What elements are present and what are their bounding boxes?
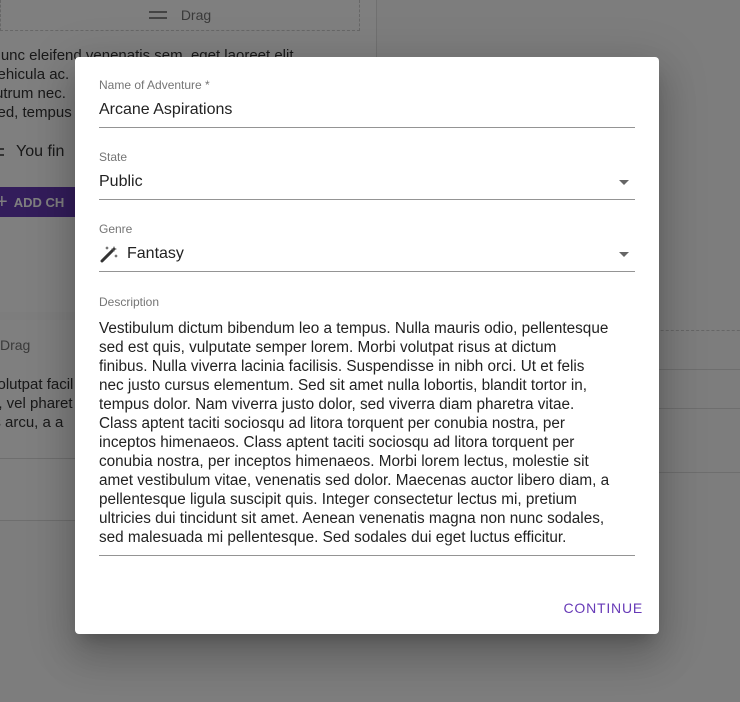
continue-button[interactable]: CONTINUE xyxy=(563,600,643,616)
name-input-value: Arcane Aspirations xyxy=(99,101,233,118)
dropdown-arrow-icon xyxy=(619,252,629,257)
name-field-label: Name of Adventure * xyxy=(99,78,210,92)
state-field: State Public xyxy=(99,149,635,200)
genre-field: Genre Fantasy xyxy=(99,221,635,272)
magic-wand-icon xyxy=(99,244,119,264)
description-textarea[interactable]: Vestibulum dictum bibendum leo a tempus.… xyxy=(99,319,635,556)
genre-field-label: Genre xyxy=(99,222,133,236)
state-select[interactable]: Public xyxy=(99,165,635,200)
state-field-label: State xyxy=(99,150,128,164)
description-field: Description Vestibulum dictum bibendum l… xyxy=(99,294,635,556)
genre-select[interactable]: Fantasy xyxy=(99,237,635,272)
dropdown-arrow-icon xyxy=(619,180,629,185)
state-select-value: Public xyxy=(99,173,143,190)
description-field-label: Description xyxy=(99,295,160,309)
adventure-dialog: Name of Adventure * Arcane Aspirations S… xyxy=(75,57,659,634)
name-input[interactable]: Arcane Aspirations xyxy=(99,93,635,128)
name-field: Name of Adventure * Arcane Aspirations xyxy=(99,77,635,128)
genre-select-value: Fantasy xyxy=(127,245,184,262)
